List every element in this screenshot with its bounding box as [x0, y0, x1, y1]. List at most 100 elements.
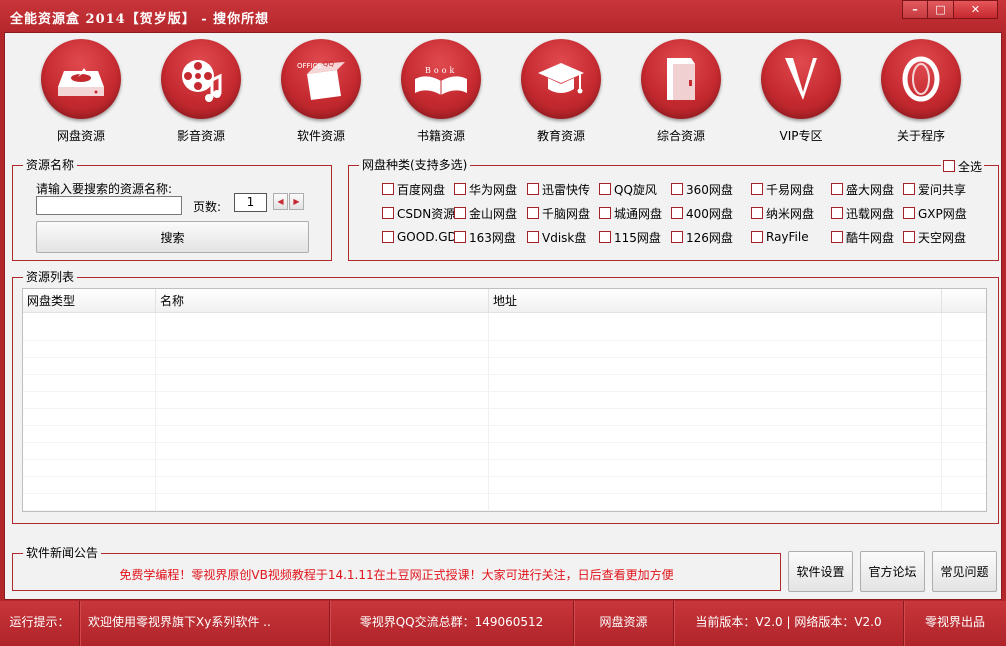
checkbox-box[interactable] — [903, 207, 915, 219]
disk-type-checkbox[interactable]: GOOD.GD — [382, 229, 457, 245]
disk-type-label: 115网盘 — [614, 230, 661, 245]
disk-type-checkbox[interactable]: 千易网盘 — [751, 181, 814, 197]
hard-drive-icon — [41, 39, 121, 119]
table-row[interactable] — [23, 324, 986, 341]
checkbox-box[interactable] — [382, 231, 394, 243]
minimize-button[interactable]: – — [902, 0, 928, 19]
checkbox-box[interactable] — [831, 183, 843, 195]
checkbox-box[interactable] — [599, 207, 611, 219]
table-row[interactable] — [23, 443, 986, 460]
checkbox-box[interactable] — [751, 207, 763, 219]
disk-type-checkbox[interactable]: 华为网盘 — [454, 181, 517, 197]
disk-type-checkbox[interactable]: QQ旋风 — [599, 181, 657, 197]
checkbox-box[interactable] — [382, 207, 394, 219]
checkbox-box[interactable] — [943, 160, 955, 172]
news-ticker-text[interactable]: 免费学编程！零视界原创VB视频教程于14.1.11在土豆网正式授课！大家可进行关… — [13, 566, 780, 583]
checkbox-box[interactable] — [527, 207, 539, 219]
disk-type-checkbox[interactable]: 爱问共享 — [903, 181, 966, 197]
official-forum-button[interactable]: 官方论坛 — [860, 551, 925, 592]
main-panel: 网盘资源 影音资源 OFFICEQQ 软件资源 Book 书籍资源 教育资源 — [4, 32, 1002, 600]
disk-type-checkbox[interactable]: 酷牛网盘 — [831, 229, 894, 245]
checkbox-box[interactable] — [454, 207, 466, 219]
table-row[interactable] — [23, 375, 986, 392]
tool-education-resources[interactable]: 教育资源 — [505, 39, 615, 147]
disk-type-checkbox[interactable]: 迅载网盘 — [831, 205, 894, 221]
news-group: 软件新闻公告 免费学编程！零视界原创VB视频教程于14.1.11在土豆网正式授课… — [12, 546, 781, 591]
tool-general-resources[interactable]: 综合资源 — [625, 39, 735, 147]
software-settings-button[interactable]: 软件设置 — [788, 551, 853, 592]
tool-video-resources[interactable]: 影音资源 — [145, 39, 255, 147]
table-row[interactable] — [23, 392, 986, 409]
disk-type-checkbox[interactable]: 纳米网盘 — [751, 205, 814, 221]
table-row[interactable] — [23, 341, 986, 358]
table-row[interactable] — [23, 426, 986, 443]
tool-book-resources[interactable]: Book 书籍资源 — [385, 39, 495, 147]
column-header-name[interactable]: 名称 — [156, 289, 489, 313]
checkbox-box[interactable] — [599, 231, 611, 243]
table-row[interactable] — [23, 409, 986, 426]
disk-type-checkbox[interactable]: GXP网盘 — [903, 205, 967, 221]
next-page-button[interactable]: ▶ — [289, 193, 304, 210]
disk-type-checkbox[interactable]: CSDN资源 — [382, 205, 455, 221]
results-list[interactable]: 网盘类型 名称 地址 — [22, 288, 987, 512]
window-title: 全能资源盒 2014【贺岁版】 - 搜你所想 — [10, 12, 270, 27]
column-header-address[interactable]: 地址 — [489, 289, 942, 313]
maximize-button[interactable]: □ — [928, 0, 954, 19]
disk-type-checkbox[interactable]: 迅雷快传 — [527, 181, 590, 197]
disk-type-checkbox[interactable]: 163网盘 — [454, 229, 516, 245]
disk-type-label: 爱问共享 — [918, 182, 967, 197]
status-qq-group: 零视界QQ交流总群：149060512 — [330, 601, 574, 646]
faq-button[interactable]: 常见问题 — [932, 551, 997, 592]
disk-type-checkbox[interactable]: RayFile — [751, 229, 809, 245]
checkbox-box[interactable] — [454, 231, 466, 243]
checkbox-box[interactable] — [671, 183, 683, 195]
checkbox-box[interactable] — [903, 183, 915, 195]
disk-type-label: RayFile — [766, 230, 809, 244]
disk-type-checkbox[interactable]: 千脑网盘 — [527, 205, 590, 221]
disk-type-checkbox[interactable]: 城通网盘 — [599, 205, 662, 221]
checkbox-box[interactable] — [527, 183, 539, 195]
checkbox-box[interactable] — [382, 183, 394, 195]
disk-type-checkbox[interactable]: 盛大网盘 — [831, 181, 894, 197]
checkbox-box[interactable] — [671, 207, 683, 219]
close-button[interactable]: ✕ — [954, 0, 998, 19]
disk-type-checkbox[interactable]: 360网盘 — [671, 181, 733, 197]
table-row[interactable] — [23, 494, 986, 511]
disk-type-checkbox[interactable]: 115网盘 — [599, 229, 661, 245]
disk-type-label: QQ旋风 — [614, 182, 657, 197]
prev-page-button[interactable]: ◀ — [273, 193, 288, 210]
checkbox-box[interactable] — [454, 183, 466, 195]
checkbox-box[interactable] — [527, 231, 539, 243]
tool-software-resources[interactable]: OFFICE QQ 软件资源 — [265, 39, 375, 147]
tool-vip-zone[interactable]: VIP专区 — [745, 39, 855, 147]
checkbox-box[interactable] — [599, 183, 611, 195]
tool-about-program[interactable]: 关于程序 — [865, 39, 975, 147]
title-bar[interactable]: 全能资源盒 2014【贺岁版】 - 搜你所想 – □ ✕ — [0, 0, 1006, 32]
software-box-icon: OFFICE QQ — [281, 39, 361, 119]
checkbox-box[interactable] — [831, 231, 843, 243]
search-group-title: 资源名称 — [23, 158, 78, 172]
disk-type-label: 城通网盘 — [614, 206, 663, 221]
disk-type-checkbox[interactable]: 126网盘 — [671, 229, 733, 245]
disk-type-checkbox[interactable]: 天空网盘 — [903, 229, 966, 245]
disk-type-label: 纳米网盘 — [766, 206, 815, 221]
disk-type-checkbox[interactable]: 百度网盘 — [382, 181, 445, 197]
disk-type-label: 百度网盘 — [397, 182, 446, 197]
checkbox-box[interactable] — [831, 207, 843, 219]
table-row[interactable] — [23, 477, 986, 494]
table-row[interactable] — [23, 358, 986, 375]
column-header-disk-type[interactable]: 网盘类型 — [23, 289, 156, 313]
page-number-input[interactable]: 1 — [234, 193, 267, 212]
tool-pan-resources[interactable]: 网盘资源 — [25, 39, 135, 147]
checkbox-box[interactable] — [671, 231, 683, 243]
disk-type-checkbox[interactable]: 400网盘 — [671, 205, 733, 221]
search-button[interactable]: 搜索 — [36, 221, 309, 253]
checkbox-box[interactable] — [751, 183, 763, 195]
checkbox-box[interactable] — [903, 231, 915, 243]
search-input[interactable] — [36, 196, 182, 215]
select-all-checkbox[interactable]: 全选 — [941, 158, 985, 174]
table-row[interactable] — [23, 460, 986, 477]
disk-type-checkbox[interactable]: Vdisk盘 — [527, 229, 586, 245]
disk-type-checkbox[interactable]: 金山网盘 — [454, 205, 517, 221]
checkbox-box[interactable] — [751, 231, 763, 243]
